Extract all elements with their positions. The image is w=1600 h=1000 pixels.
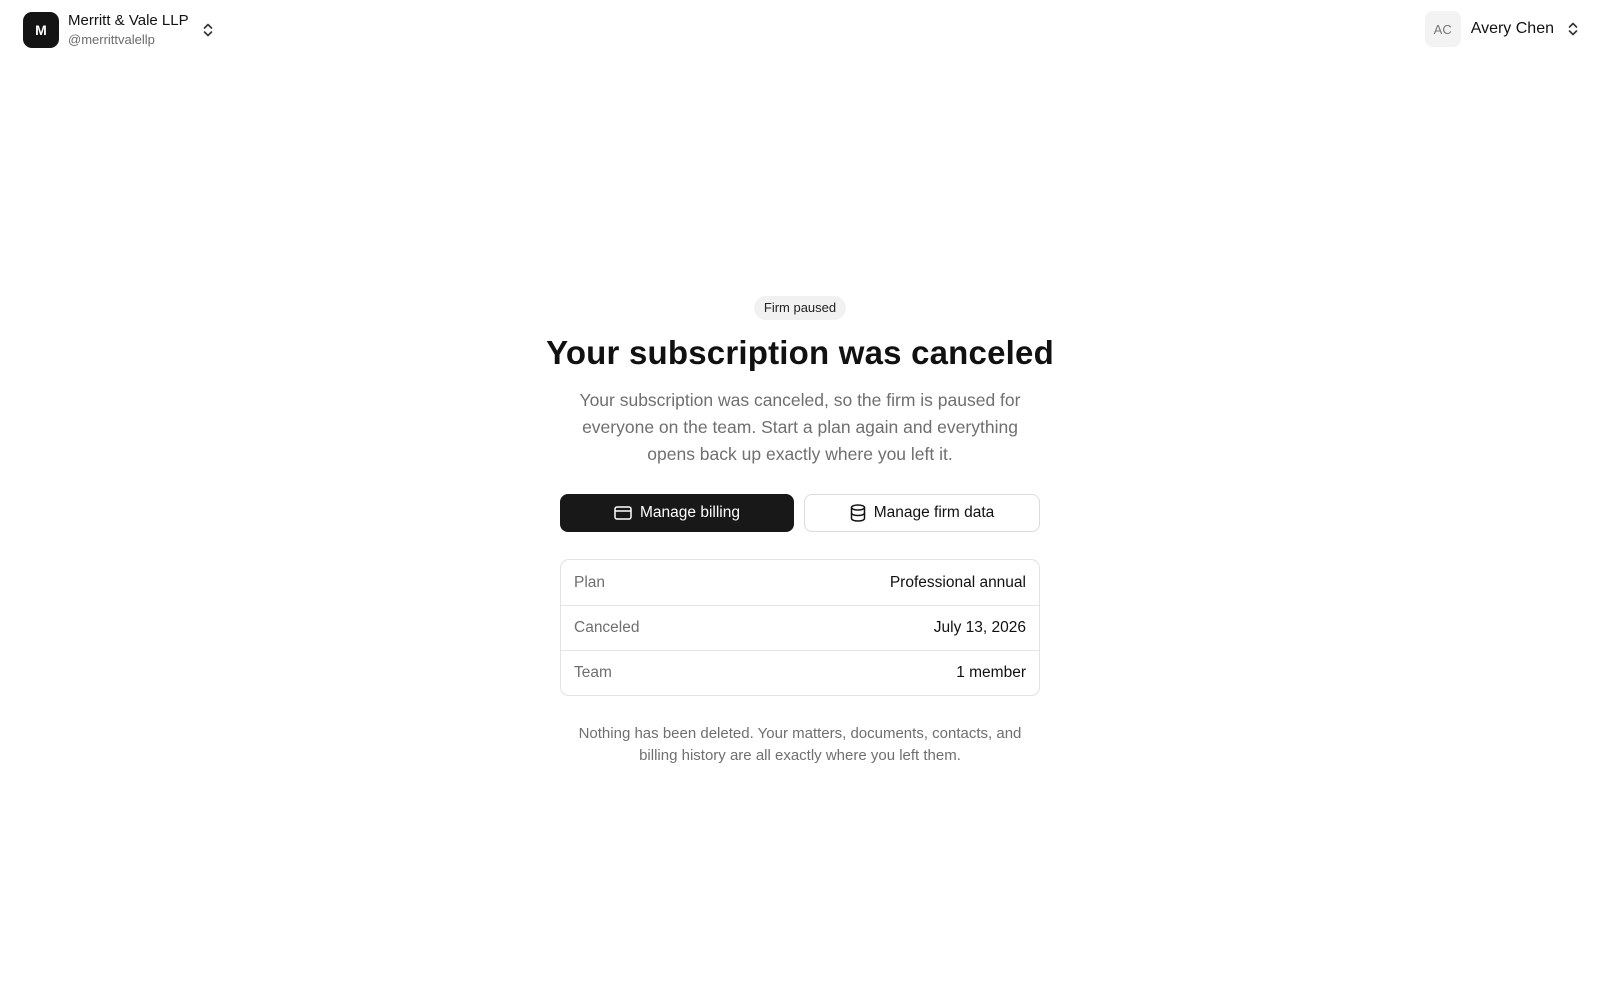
user-name: Avery Chen — [1470, 20, 1554, 37]
database-icon — [850, 504, 865, 522]
detail-label: Team — [574, 664, 612, 681]
detail-value: July 13, 2026 — [933, 619, 1026, 636]
detail-row-plan: Plan Professional annual — [561, 560, 1039, 605]
chevron-up-down-icon — [201, 21, 215, 39]
user-menu[interactable]: AC Avery Chen — [1424, 11, 1580, 47]
detail-value: 1 member — [956, 664, 1026, 681]
manage-firm-data-label: Manage firm data — [873, 504, 995, 521]
page-title: Your subscription was canceled — [546, 334, 1054, 371]
footnote: Nothing has been deleted. Your matters, … — [578, 725, 1022, 764]
paused-panel: Firm paused Your subscription was cancel… — [0, 296, 1600, 767]
detail-label: Canceled — [574, 619, 640, 636]
status-badge: Firm paused — [753, 296, 847, 320]
page-description: Your subscription was canceled, so the f… — [579, 390, 1021, 464]
detail-label: Plan — [574, 573, 606, 591]
top-bar: M Merritt & Vale LLP @merrittvalellp AC … — [0, 0, 1600, 58]
manage-firm-data-button[interactable]: Manage firm data — [804, 494, 1040, 532]
workspace-info: Merritt & Vale LLP @merrittvalellp — [68, 11, 189, 48]
subscription-details: Plan Professional annual Canceled July 1… — [560, 559, 1040, 696]
workspace-handle: @merrittvalellp — [68, 32, 155, 47]
detail-value: Professional annual — [889, 573, 1026, 591]
avatar: AC — [1424, 11, 1461, 47]
workspace-name: Merritt & Vale LLP — [68, 12, 189, 29]
manage-billing-label: Manage billing — [640, 504, 740, 521]
chevron-up-down-icon — [1566, 20, 1580, 38]
detail-row-team: Team 1 member — [561, 650, 1039, 695]
action-buttons: Manage billing Manage firm data — [560, 494, 1040, 532]
credit-card-icon — [614, 506, 632, 520]
manage-billing-button[interactable]: Manage billing — [560, 494, 794, 532]
workspace-logo: M — [23, 11, 59, 48]
workspace-switcher[interactable]: M Merritt & Vale LLP @merrittvalellp — [23, 11, 215, 48]
detail-row-canceled: Canceled July 13, 2026 — [561, 605, 1039, 650]
